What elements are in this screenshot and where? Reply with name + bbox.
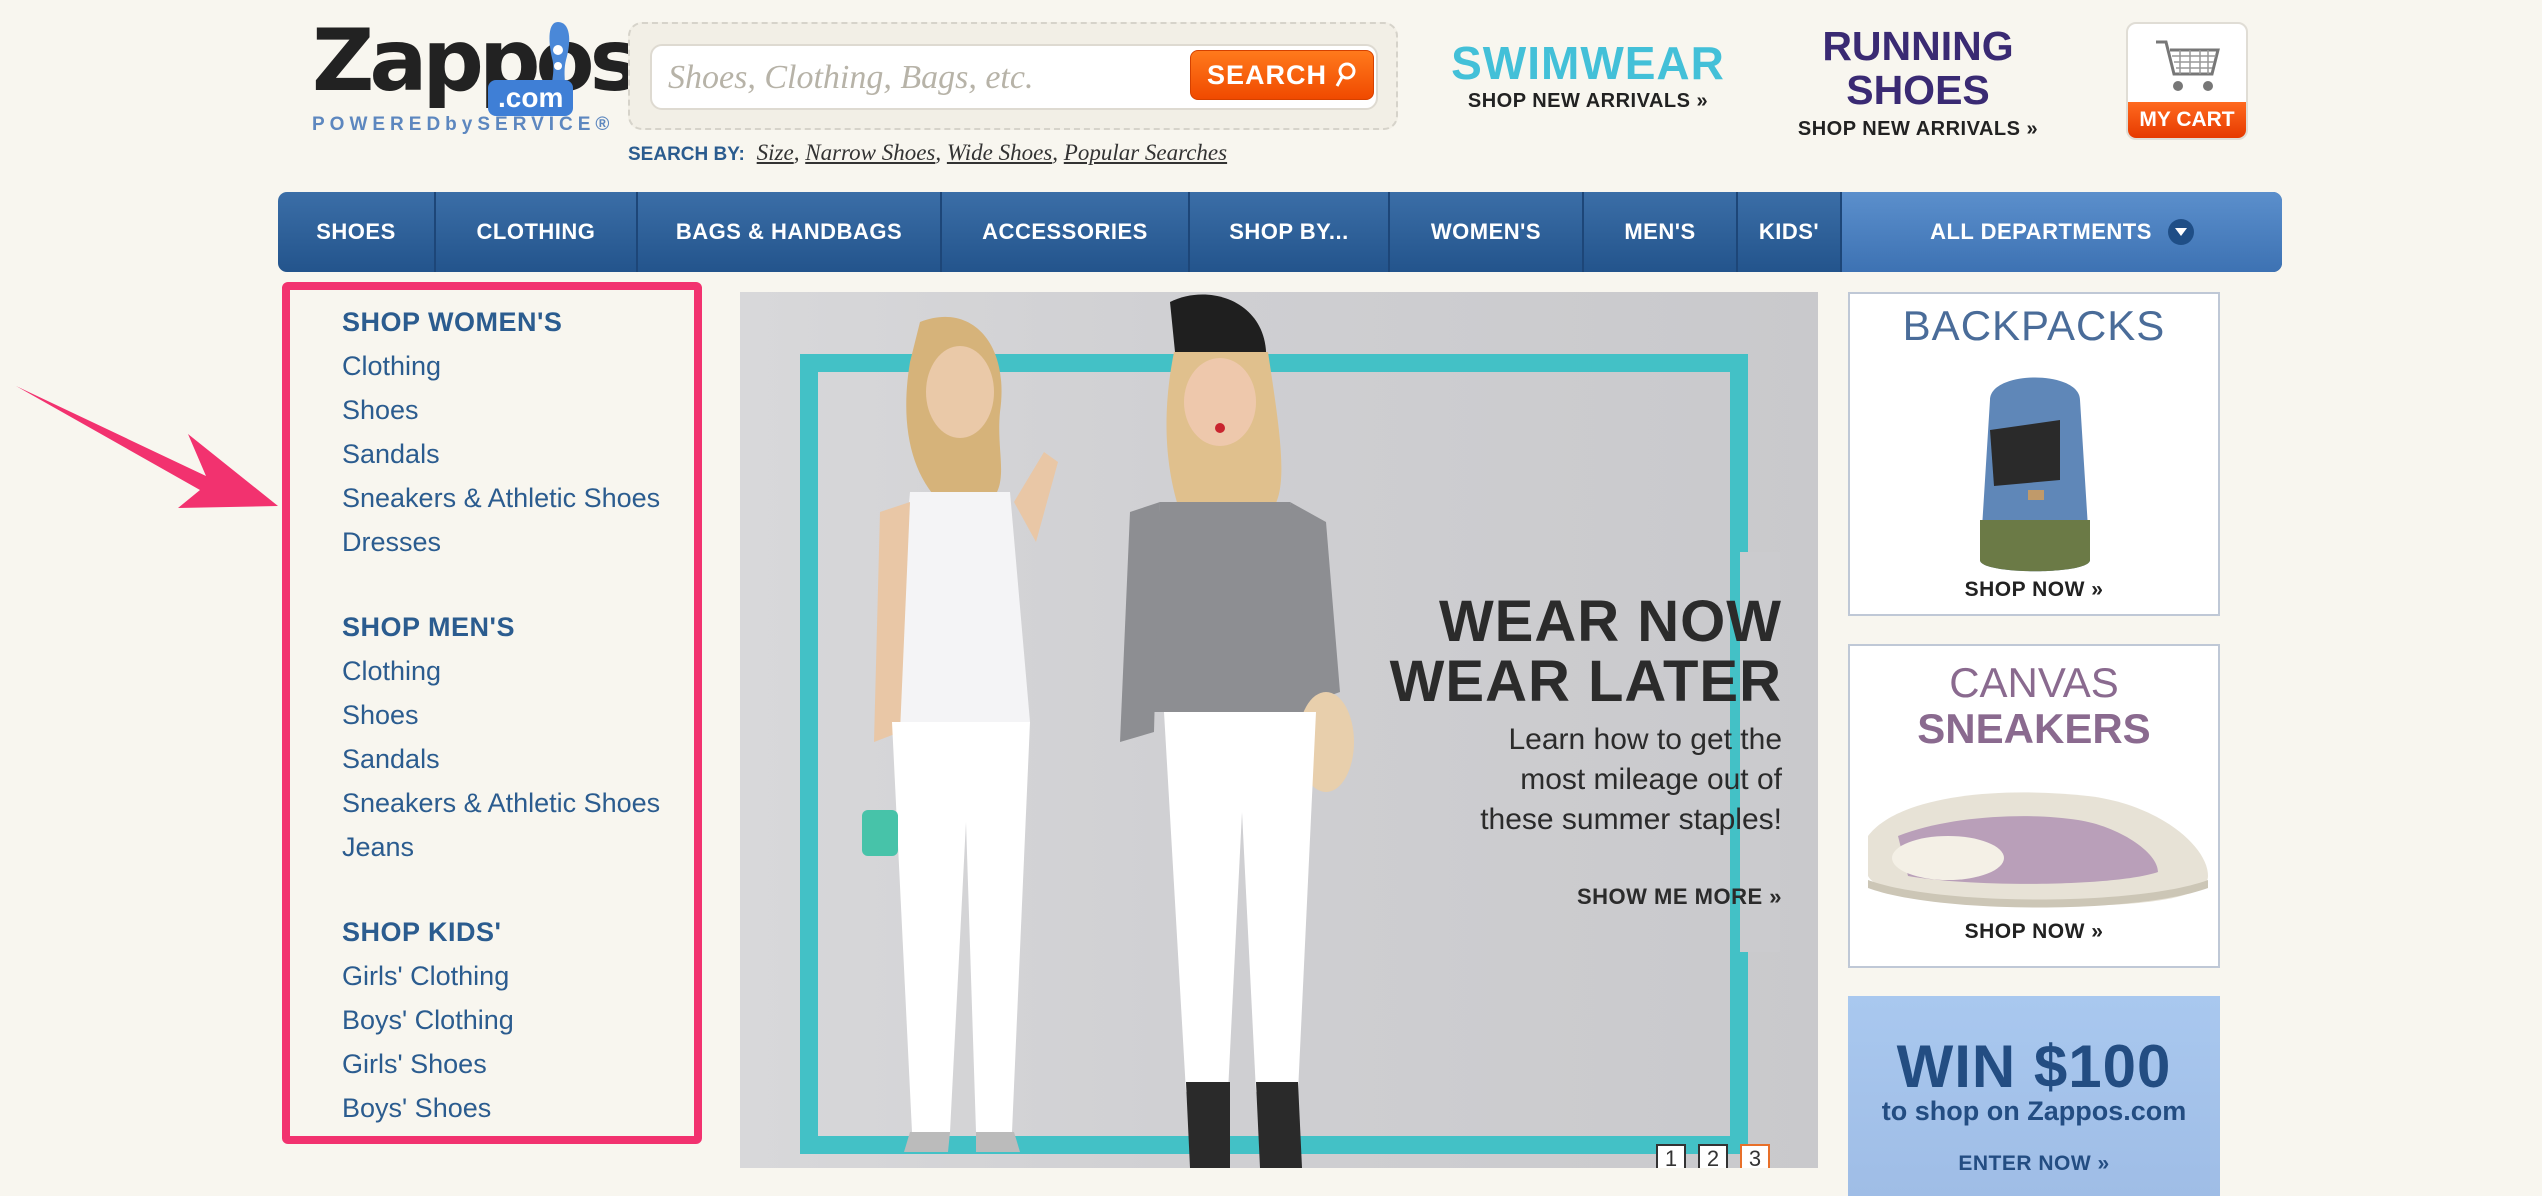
annotation-arrow-icon bbox=[16, 386, 278, 508]
my-cart-button[interactable]: MY CART bbox=[2128, 102, 2246, 138]
hero-page-1[interactable]: 1 bbox=[1656, 1144, 1686, 1168]
ad-win-title: WIN $100 bbox=[1896, 1033, 2172, 1100]
backpack-image bbox=[1980, 377, 2090, 572]
sneaker-image bbox=[1868, 792, 2208, 908]
search-by-label: SEARCH BY: bbox=[628, 144, 745, 165]
ad-canvas-title-line2: SNEAKERS bbox=[1917, 705, 2151, 752]
promo-swimwear[interactable]: SWIMWEAR SHOP NEW ARRIVALS » bbox=[1448, 36, 1728, 113]
ad-win-subtitle: to shop on Zappos.com bbox=[1881, 1096, 2187, 1126]
nav-shoes[interactable]: SHOES bbox=[278, 192, 436, 272]
promo-running-title-line2: SHOES bbox=[1846, 67, 1990, 113]
nav-accessories[interactable]: ACCESSORIES bbox=[942, 192, 1190, 272]
sidebar-women-sandals[interactable]: Sandals bbox=[342, 432, 692, 476]
logo-wordmark: Zappos bbox=[312, 11, 641, 111]
sidebar-men-clothing[interactable]: Clothing bbox=[342, 649, 692, 693]
hero-pager: 1 2 3 bbox=[1656, 1144, 1770, 1168]
hero-banner[interactable]: WEAR NOW WEAR LATER Learn how to get the… bbox=[740, 292, 1818, 1168]
nav-all-departments[interactable]: ALL DEPARTMENTS bbox=[1842, 192, 2282, 272]
sidebar-women-sneakers[interactable]: Sneakers & Athletic Shoes bbox=[342, 476, 692, 520]
search-icon bbox=[1335, 62, 1356, 87]
model-right-image bbox=[1120, 294, 1354, 1168]
ad-backpacks-cta: SHOP NOW » bbox=[1964, 578, 2104, 601]
hero-title-line1: WEAR NOW bbox=[1438, 589, 1782, 654]
sidebar-kids-girls-clothing[interactable]: Girls' Clothing bbox=[342, 954, 692, 998]
nav-kids[interactable]: KIDS' bbox=[1738, 192, 1842, 272]
search-input[interactable] bbox=[660, 52, 1196, 104]
sidebar: SHOP WOMEN'S Clothing Shoes Sandals Snea… bbox=[342, 300, 692, 1130]
promo-swimwear-subtitle: SHOP NEW ARRIVALS » bbox=[1467, 90, 1709, 112]
sidebar-men-sneakers[interactable]: Sneakers & Athletic Shoes bbox=[342, 781, 692, 825]
search-button-label: SEARCH bbox=[1206, 59, 1327, 90]
hero-body-line2: most mileage out of bbox=[1520, 763, 1782, 796]
nav-clothing[interactable]: CLOTHING bbox=[436, 192, 638, 272]
sidebar-heading-men[interactable]: SHOP MEN'S bbox=[342, 605, 692, 649]
search-by-wide-link[interactable]: Wide Shoes bbox=[947, 140, 1052, 165]
sidebar-heading-women[interactable]: SHOP WOMEN'S bbox=[342, 300, 692, 344]
search-by: SEARCH BY: Size, Narrow Shoes, Wide Shoe… bbox=[628, 140, 1228, 165]
hero-body-line1: Learn how to get the bbox=[1508, 723, 1782, 756]
ad-canvas-sneakers[interactable]: CANVAS SNEAKERS SHOP NOW » bbox=[1848, 644, 2220, 968]
sidebar-women-dresses[interactable]: Dresses bbox=[342, 520, 692, 564]
hero-show-more-link[interactable]: SHOW ME MORE » bbox=[1390, 884, 1782, 910]
promo-running-title-line1: RUNNING bbox=[1822, 23, 2014, 69]
hero-title-line2: WEAR LATER bbox=[1389, 649, 1782, 714]
promo-running-shoes[interactable]: RUNNING SHOES SHOP NEW ARRIVALS » bbox=[1778, 24, 2058, 141]
hero-page-3[interactable]: 3 bbox=[1740, 1144, 1770, 1168]
logo-com: .com bbox=[488, 80, 574, 116]
ad-win-100[interactable]: WIN $100 to shop on Zappos.com ENTER NOW… bbox=[1848, 996, 2220, 1196]
search-by-narrow-link[interactable]: Narrow Shoes bbox=[805, 140, 935, 165]
sidebar-men-sandals[interactable]: Sandals bbox=[342, 737, 692, 781]
sidebar-heading-kids[interactable]: SHOP KIDS' bbox=[342, 910, 692, 954]
sidebar-kids-girls-shoes[interactable]: Girls' Shoes bbox=[342, 1042, 692, 1086]
sidebar-men-jeans[interactable]: Jeans bbox=[342, 825, 692, 869]
ad-backpacks-title: BACKPACKS bbox=[1902, 302, 2166, 349]
chevron-down-icon bbox=[2167, 219, 2194, 245]
sidebar-women-shoes[interactable]: Shoes bbox=[342, 388, 692, 432]
search-button[interactable]: SEARCH bbox=[1190, 50, 1374, 100]
main-nav: SHOES CLOTHING BAGS & HANDBAGS ACCESSORI… bbox=[278, 192, 2282, 272]
sidebar-kids-boys-shoes[interactable]: Boys' Shoes bbox=[342, 1086, 692, 1130]
hero-body-line3: these summer staples! bbox=[1480, 803, 1782, 836]
nav-womens[interactable]: WOMEN'S bbox=[1390, 192, 1584, 272]
sidebar-kids-boys-clothing[interactable]: Boys' Clothing bbox=[342, 998, 692, 1042]
nav-mens[interactable]: MEN'S bbox=[1584, 192, 1738, 272]
promo-running-subtitle: SHOP NEW ARRIVALS » bbox=[1797, 118, 2039, 140]
logo-tagline: POWEREDbySERVICE® bbox=[312, 114, 615, 135]
hero-page-2[interactable]: 2 bbox=[1698, 1144, 1728, 1168]
nav-all-departments-label: ALL DEPARTMENTS bbox=[1930, 219, 2152, 244]
nav-shop-by[interactable]: SHOP BY... bbox=[1190, 192, 1390, 272]
hero-copy: WEAR NOW WEAR LATER Learn how to get the… bbox=[1390, 592, 1782, 910]
sidebar-women-clothing[interactable]: Clothing bbox=[342, 344, 692, 388]
ad-backpacks[interactable]: BACKPACKS SHOP NOW » bbox=[1848, 292, 2220, 616]
promo-swimwear-title: SWIMWEAR bbox=[1451, 37, 1725, 89]
sidebar-men-shoes[interactable]: Shoes bbox=[342, 693, 692, 737]
ad-win-cta: ENTER NOW » bbox=[1958, 1152, 2110, 1175]
model-left-image bbox=[862, 316, 1058, 1152]
zappos-logo[interactable]: Zappos .com POWEREDbySERVICE® bbox=[312, 16, 641, 136]
ad-canvas-title-line1: CANVAS bbox=[1949, 659, 2119, 706]
search-by-size-link[interactable]: Size bbox=[757, 140, 794, 165]
cart-icon bbox=[2156, 40, 2220, 91]
nav-bags-handbags[interactable]: BAGS & HANDBAGS bbox=[638, 192, 942, 272]
ad-canvas-cta: SHOP NOW » bbox=[1964, 920, 2104, 943]
search-by-popular-link[interactable]: Popular Searches bbox=[1064, 140, 1227, 165]
